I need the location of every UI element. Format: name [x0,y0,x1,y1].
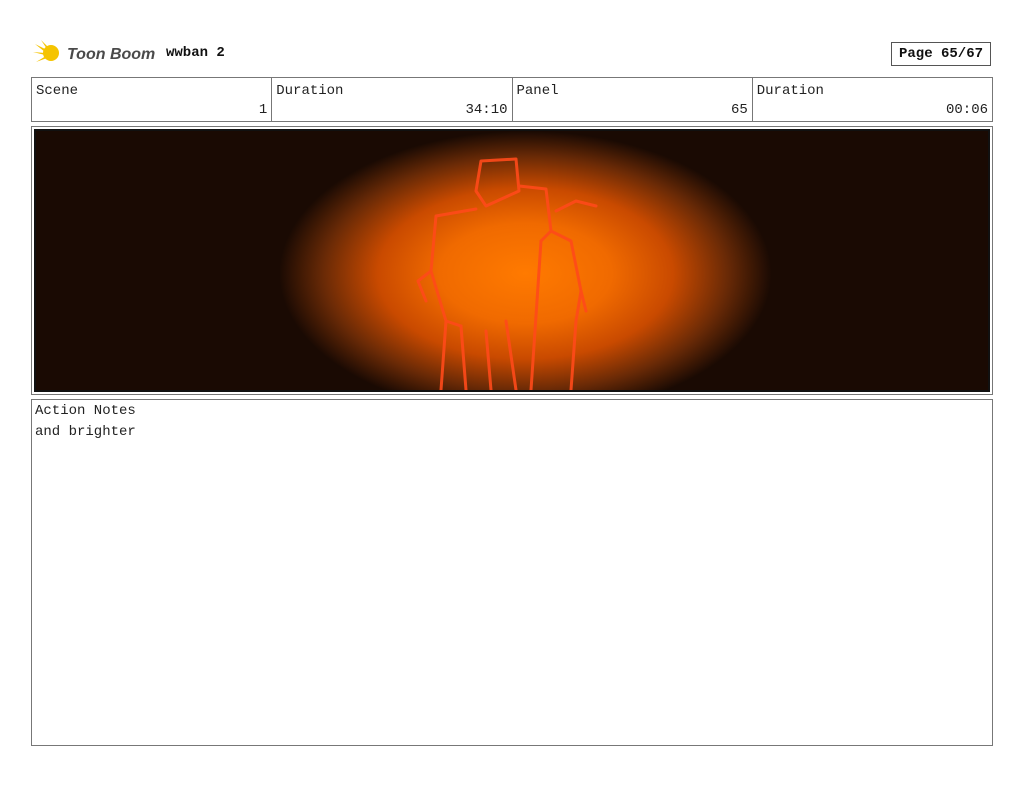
logo-text: Toon Boom [67,46,155,63]
scene-cell: Scene 1 [32,78,273,121]
toon-boom-logo: Toon Boom [33,38,157,70]
toon-boom-logo-icon: Toon Boom [33,40,155,63]
panel-duration-cell: Duration 00:06 [753,78,992,121]
page-indicator: Page 65/67 [891,42,991,66]
scene-duration-label: Duration [276,83,344,99]
panel-drawing [36,131,988,390]
scene-value: 1 [258,102,268,118]
panel-info-table: Scene 1 Duration 34:10 Panel 65 Duration… [31,77,993,122]
scene-label: Scene [36,83,79,99]
action-notes-box: Action Notes and brighter [31,399,993,746]
project-title: wwban 2 [166,45,225,61]
scene-duration-cell: Duration 34:10 [272,78,513,121]
panel-cell: Panel 65 [513,78,753,121]
panel-value: 65 [730,102,748,118]
scene-duration-value: 34:10 [465,102,508,118]
storyboard-panel-frame [31,126,993,395]
panel-duration-value: 00:06 [945,102,988,118]
action-notes-label: Action Notes [35,403,136,419]
background-glow [36,131,988,390]
panel-duration-label: Duration [756,83,824,99]
storyboard-panel-image [34,129,990,392]
action-notes-text: and brighter [35,424,136,440]
panel-label: Panel [516,83,559,99]
